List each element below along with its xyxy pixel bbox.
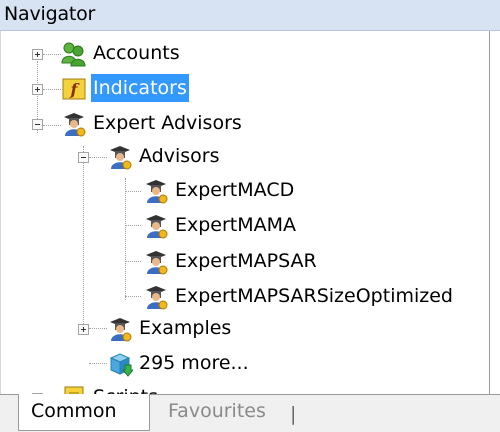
tree-node-label: Expert Advisors [93,112,242,134]
accounts-icon [61,42,86,67]
expand-icon[interactable] [32,49,43,60]
script-icon [64,386,84,394]
collapse-icon[interactable] [78,152,89,163]
more-icon [109,353,133,377]
tree-node-label: 295 more... [139,352,249,374]
tree-node-expert-macd[interactable]: ExpertMACD [1,176,381,208]
indicator-icon: f [62,78,86,100]
navigator-tree[interactable]: Accounts f Indicators Expert Advisors Ad… [0,31,490,394]
tree-node-more[interactable]: 295 more... [1,349,301,381]
tree-node-label: Examples [139,317,232,339]
tab-favourites[interactable]: Favourites [156,394,278,431]
tree-node-examples[interactable]: Examples [1,314,301,346]
navigator-title: Navigator [4,3,96,25]
tree-node-expert-mapsar-size-optimized[interactable]: ExpertMAPSARSizeOptimized [1,282,489,314]
expand-icon[interactable] [32,84,43,95]
navigator-tab-bar: Common Favourites | [0,394,500,432]
expert-advisor-icon [146,251,168,275]
expert-advisor-icon [146,180,168,204]
expert-advisor-icon [110,318,132,342]
expert-advisor-icon [146,215,168,239]
collapse-icon[interactable] [32,119,43,130]
tree-node-label: Accounts [93,42,180,64]
tree-node-expert-mama[interactable]: ExpertMAMA [1,211,381,243]
tab-separator: | [290,403,297,425]
tree-node-indicators[interactable]: f Indicators [1,74,301,106]
expert-advisor-icon [110,146,132,170]
tree-node-label: ExpertMAPSARSizeOptimized [175,285,453,307]
expert-advisor-icon [146,286,168,310]
tree-node-label: Indicators [91,74,189,102]
tree-node-accounts[interactable]: Accounts [1,39,301,71]
tree-node-label: ExpertMAPSAR [175,250,317,272]
tree-node-expert-advisors[interactable]: Expert Advisors [1,109,301,141]
tree-node-advisors[interactable]: Advisors [1,142,301,174]
expert-advisor-icon [64,113,86,137]
tab-common[interactable]: Common [18,394,150,431]
expand-icon[interactable] [78,324,89,335]
tree-node-expert-mapsar[interactable]: ExpertMAPSAR [1,247,381,279]
navigator-title-bar: Navigator [0,0,500,31]
tree-node-label: ExpertMAMA [175,214,297,236]
tree-node-label: Advisors [139,145,220,167]
tree-node-scripts[interactable]: Scripts [1,383,301,394]
tree-node-label: Scripts [91,383,160,394]
tree-node-label: ExpertMACD [175,179,295,201]
